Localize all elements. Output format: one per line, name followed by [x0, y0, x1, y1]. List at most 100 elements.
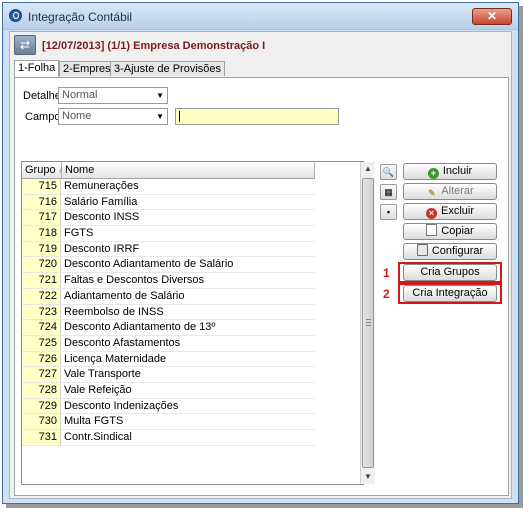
nome-cell: Desconto Afastamentos — [64, 336, 181, 349]
nome-cell: Desconto INSS — [64, 211, 140, 224]
campo-select[interactable]: Nome ▼ — [58, 108, 168, 125]
nome-cell: Vale Refeição — [64, 383, 132, 396]
nome-cell: Adiantamento de Salário — [64, 289, 185, 302]
grupo-cell: 731 — [22, 430, 61, 445]
cria-integracao-button[interactable]: Cria Integração — [403, 285, 497, 302]
nome-cell: Vale Transporte — [64, 368, 141, 381]
excluir-button[interactable]: × Excluir — [403, 203, 497, 220]
alterar-label: Alterar — [441, 185, 474, 197]
nome-cell: FGTS — [64, 227, 94, 240]
grupo-cell: 719 — [22, 241, 61, 257]
table-row[interactable]: 724 Desconto Adiantamento de 13º — [22, 320, 315, 336]
grip-icon — [366, 319, 371, 320]
incluir-label: Incluir — [442, 165, 473, 177]
grupo-cell: 717 — [22, 210, 61, 226]
table-row[interactable]: 725 Desconto Afastamentos — [22, 335, 315, 352]
column-header-nome[interactable]: Nome — [62, 162, 315, 178]
grupo-cell: 720 — [22, 257, 61, 273]
scroll-thumb[interactable] — [362, 178, 374, 468]
magnifier-icon[interactable]: 🔍 — [380, 164, 397, 180]
campo-label: Campo — [25, 111, 61, 123]
configurar-label: Configurar — [431, 245, 484, 257]
grupo-cell: 729 — [22, 398, 61, 414]
table-row[interactable]: 726 Licença Maternidade — [22, 351, 315, 368]
grid-rows: 715 Remunerações 716 Salário Família 717 De… — [22, 179, 315, 446]
nome-cell: Faltas e Descontos Diversos — [64, 274, 204, 287]
grupo-cell: 728 — [22, 382, 61, 398]
configurar-button[interactable]: Configurar — [403, 243, 497, 260]
tab-panel-folha: Detalhe Normal ▼ Campo Nome ▼ Grupo / No… — [14, 77, 509, 496]
grupo-cell: 730 — [22, 414, 61, 429]
table-row[interactable]: 727 Vale Transporte — [22, 367, 315, 383]
window-title: Integração Contábil — [28, 10, 133, 24]
nome-cell: Multa FGTS — [64, 415, 124, 428]
nome-cell: Desconto IRRF — [64, 242, 140, 255]
grupo-cell: 722 — [22, 288, 61, 304]
campo-value: Nome — [62, 110, 92, 122]
search-input[interactable] — [175, 108, 339, 125]
grupo-cell: 723 — [22, 304, 61, 320]
copiar-label: Copiar — [441, 225, 474, 237]
annotation-marker-2: 2 — [383, 287, 390, 301]
grupo-cell: 721 — [22, 273, 61, 288]
nome-cell: Contr.Sindical — [64, 431, 132, 443]
nome-cell: Desconto Indenizações — [64, 399, 179, 412]
incluir-button[interactable]: + Incluir — [403, 163, 497, 180]
scroll-up-arrow-icon[interactable]: ▲ — [361, 162, 375, 176]
grupo-cell: 724 — [22, 320, 61, 335]
grupo-cell: 716 — [22, 194, 61, 210]
app-icon — [9, 9, 22, 22]
grid-header: Grupo / Nome — [22, 162, 315, 179]
export-sheet-icon[interactable]: ▦ — [380, 184, 397, 200]
table-row[interactable]: 719 Desconto IRRF — [22, 241, 315, 258]
column-header-grupo[interactable]: Grupo / — [22, 162, 62, 178]
grupo-cell: 727 — [22, 367, 61, 382]
scroll-down-arrow-icon[interactable]: ▼ — [361, 470, 375, 484]
chevron-down-icon: ▼ — [156, 91, 164, 100]
nome-cell: Licença Maternidade — [64, 352, 167, 365]
table-row[interactable]: 716 Salário Família — [22, 194, 315, 211]
cria-grupos-button[interactable]: Cria Grupos — [403, 264, 497, 281]
table-row[interactable]: 730 Multa FGTS — [22, 414, 315, 430]
table-row[interactable]: 718 FGTS — [22, 226, 315, 242]
print-icon[interactable]: ▪ — [380, 204, 397, 220]
grupo-cell: 725 — [22, 335, 61, 351]
plus-icon: + — [427, 168, 439, 179]
detalhe-label: Detalhe — [23, 90, 61, 102]
nome-cell: Remunerações — [64, 180, 139, 192]
table-row[interactable]: 721 Faltas e Descontos Diversos — [22, 273, 315, 289]
text-caret — [179, 111, 180, 122]
nome-cell: Desconto Adiantamento de Salário — [64, 258, 234, 271]
table-row[interactable]: 715 Remunerações — [22, 179, 315, 195]
column-nome-label: Nome — [65, 164, 95, 176]
tab-folha[interactable]: 1-Folha — [14, 60, 60, 77]
close-button[interactable]: ✕ — [472, 8, 512, 25]
tab-ajuste-provisoes[interactable]: 3-Ajuste de Provisões — [110, 61, 225, 76]
chevron-down-icon: ▼ — [156, 112, 164, 121]
table-row[interactable]: 728 Vale Refeição — [22, 382, 315, 399]
company-header: [12/07/2013] (1/1) Empresa Demonstração … — [42, 40, 266, 52]
table-row[interactable]: 717 Desconto INSS — [22, 210, 315, 227]
annotation-marker-1: 1 — [383, 266, 390, 280]
table-row[interactable]: 723 Reembolso de INSS — [22, 304, 315, 321]
window-content: ⇄ [12/07/2013] (1/1) Empresa Demonstraçã… — [9, 31, 512, 499]
detalhe-select[interactable]: Normal ▼ — [58, 87, 168, 104]
copy-icon — [426, 224, 438, 236]
copiar-button[interactable]: Copiar — [403, 223, 497, 240]
title-bar[interactable]: Integração Contábil ✕ — [3, 3, 518, 30]
table-row[interactable]: 731 Contr.Sindical — [22, 430, 315, 446]
integracao-contabil-window: Integração Contábil ✕ ⇄ [12/07/2013] (1/… — [2, 2, 519, 504]
configure-icon — [416, 244, 428, 256]
excluir-label: Excluir — [440, 205, 474, 217]
nome-cell: Salário Família — [64, 195, 138, 208]
grupo-cell: 718 — [22, 226, 61, 241]
table-row[interactable]: 720 Desconto Adiantamento de Salário — [22, 257, 315, 274]
grupo-cell: 715 — [22, 179, 61, 194]
groups-grid: Grupo / Nome 715 Remunerações 716 Salário F… — [21, 161, 364, 485]
grid-vertical-scrollbar[interactable]: ▲ ▼ — [360, 162, 375, 484]
alterar-button[interactable]: ✎ Alterar — [403, 183, 497, 200]
pencil-icon: ✎ — [428, 188, 436, 198]
table-row[interactable]: 722 Adiantamento de Salário — [22, 288, 315, 305]
table-row[interactable]: 729 Desconto Indenizações — [22, 398, 315, 415]
transfer-arrows-icon[interactable]: ⇄ — [14, 35, 36, 55]
